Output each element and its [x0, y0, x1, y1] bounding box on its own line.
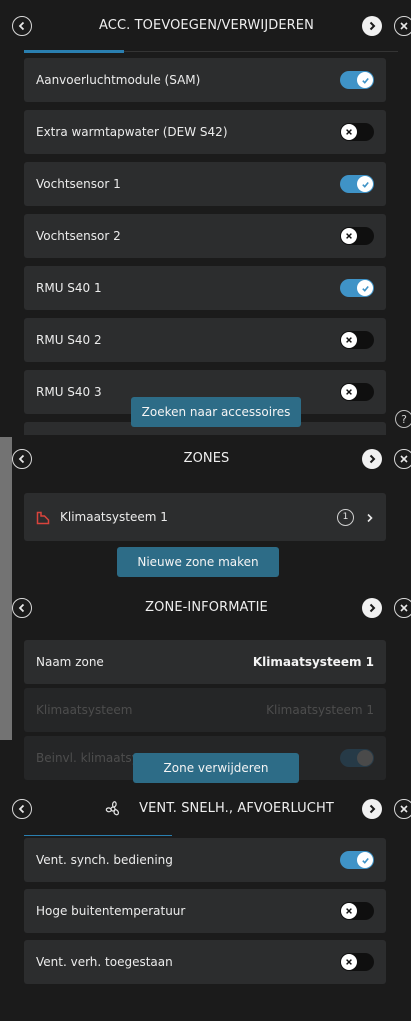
accessory-toggle[interactable] [340, 123, 374, 141]
accessory-toggle[interactable] [340, 175, 374, 193]
climate-influence-toggle [340, 749, 374, 767]
accessory-row[interactable]: Aanvoerluchtmodule (SAM) [24, 58, 386, 102]
zones-panel-title: ZONES [183, 451, 230, 466]
zone-name-label: Naam zone [36, 655, 104, 669]
search-accessories-button[interactable]: Zoeken naar accessoires [131, 397, 301, 427]
vent-setting-row[interactable]: Vent. verh. toegestaan [24, 940, 386, 984]
accessory-label: Vochtsensor 2 [36, 229, 121, 243]
climate-system-value: Klimaatsysteem 1 [266, 703, 374, 717]
x-icon [341, 228, 357, 244]
check-icon [357, 852, 373, 868]
close-icon[interactable] [394, 16, 411, 36]
accessory-label: Aanvoerluchtmodule (SAM) [36, 73, 201, 87]
vent-setting-row[interactable]: Vent. synch. bediening [24, 838, 386, 882]
back-icon[interactable] [12, 598, 32, 618]
check-icon [357, 176, 373, 192]
zone-info-header: ZONE-INFORMATIE [12, 582, 411, 634]
vent-setting-toggle[interactable] [340, 953, 374, 971]
x-icon [341, 124, 357, 140]
vent-setting-toggle[interactable] [340, 851, 374, 869]
close-icon[interactable] [394, 449, 411, 469]
accessory-row[interactable]: Vochtsensor 1 [24, 162, 386, 206]
forward-icon[interactable] [362, 449, 382, 469]
x-icon [341, 384, 357, 400]
accessory-toggle[interactable] [340, 331, 374, 349]
accessory-label: RMU S40 3 [36, 385, 102, 399]
accessory-toggle[interactable] [340, 279, 374, 297]
acc-panel-header: ACC. TOEVOEGEN/VERWIJDEREN [12, 0, 411, 52]
accessory-label: RMU S40 2 [36, 333, 102, 347]
close-icon[interactable] [394, 598, 411, 618]
zone-name: Klimaatsysteem 1 [60, 510, 168, 524]
vent-panel-header: VENT. SNELH., AFVOERLUCHT [12, 783, 411, 835]
vent-setting-row[interactable]: Hoge buitentemperatuur [24, 889, 386, 933]
acc-progress-indicator [24, 50, 124, 53]
x-icon [341, 332, 357, 348]
zone-name-row[interactable]: Naam zone Klimaatsysteem 1 [24, 640, 386, 684]
accessory-row[interactable]: RMU S40 1 [24, 266, 386, 310]
x-icon [341, 954, 357, 970]
accessory-toggle[interactable] [340, 71, 374, 89]
vent-setting-label: Vent. verh. toegestaan [36, 955, 173, 969]
accessory-label: Extra warmtapwater (DEW S42) [36, 125, 228, 139]
left-side-strip [0, 437, 12, 740]
x-icon [341, 903, 357, 919]
accessory-toggle[interactable] [340, 227, 374, 245]
close-icon[interactable] [394, 799, 411, 819]
forward-icon[interactable] [362, 598, 382, 618]
back-icon[interactable] [12, 449, 32, 469]
accessory-label: RMU S40 1 [36, 281, 102, 295]
zone-count-badge: 1 [337, 508, 354, 526]
back-icon[interactable] [12, 799, 32, 819]
accessory-label: Vochtsensor 1 [36, 177, 121, 191]
delete-zone-button[interactable]: Zone verwijderen [133, 753, 299, 783]
accessory-row[interactable]: Extra warmtapwater (DEW S42) [24, 110, 386, 154]
vent-panel-title: VENT. SNELH., AFVOERLUCHT [139, 801, 334, 816]
accessory-toggle[interactable] [340, 383, 374, 401]
fan-icon [103, 799, 123, 819]
zones-panel-header: ZONES [12, 435, 411, 487]
climate-system-row: Klimaatsysteem Klimaatsysteem 1 [24, 688, 386, 732]
climate-zone-icon [36, 510, 50, 525]
check-icon [357, 72, 373, 88]
vent-setting-toggle[interactable] [340, 902, 374, 920]
zone-name-value: Klimaatsysteem 1 [252, 655, 374, 669]
accessory-row[interactable]: Vochtsensor 2 [24, 214, 386, 258]
help-icon-glyph: ? [401, 412, 407, 426]
check-icon [357, 750, 373, 766]
chevron-right-icon [366, 508, 374, 527]
climate-system-label: Klimaatsysteem [36, 703, 133, 717]
help-icon[interactable]: ? [395, 410, 411, 428]
zone-count: 1 [342, 512, 349, 522]
back-icon[interactable] [12, 16, 32, 36]
vent-setting-label: Hoge buitentemperatuur [36, 904, 186, 918]
vent-setting-label: Vent. synch. bediening [36, 853, 173, 867]
zone-info-title: ZONE-INFORMATIE [145, 600, 268, 615]
forward-icon[interactable] [362, 16, 382, 36]
accessory-row[interactable]: RMU S40 2 [24, 318, 386, 362]
zone-item[interactable]: Klimaatsysteem 1 1 [24, 493, 386, 541]
check-icon [357, 280, 373, 296]
new-zone-button[interactable]: Nieuwe zone maken [117, 547, 279, 577]
acc-panel-title: ACC. TOEVOEGEN/VERWIJDEREN [99, 18, 314, 33]
forward-icon[interactable] [362, 799, 382, 819]
